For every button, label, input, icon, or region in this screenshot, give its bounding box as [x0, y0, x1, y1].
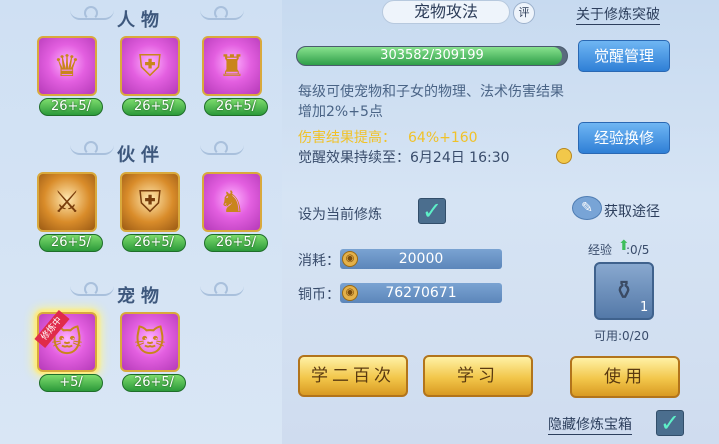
character-gold-icon: ♛ — [37, 36, 97, 96]
detail-panel: 宠物攻法 评 关于修炼突破 303582/309199 觉醒管理 每级可使宠物和… — [282, 0, 719, 444]
exp-exchange-button[interactable]: 经验换修 — [578, 122, 670, 154]
review-button[interactable]: 评 — [513, 2, 535, 24]
learn-200-button[interactable]: 学二百次 — [298, 355, 408, 397]
awaken-manage-button[interactable]: 觉醒管理 — [578, 40, 670, 72]
level-badge: 26+5/ — [50, 99, 92, 114]
pet-shield-icon: 🐱 — [120, 312, 180, 372]
character-shield-icon: ⛨ — [120, 36, 180, 96]
get-route-icon[interactable]: ✎ — [572, 196, 602, 220]
lion-shield-icon: ⛨ — [120, 172, 180, 232]
level-badge: +5/ — [59, 375, 83, 390]
cost-value: 20000 — [340, 249, 502, 269]
hide-chest-label[interactable]: 隐藏修炼宝箱 — [548, 414, 632, 435]
exp-progress-text: 303582/309199 — [380, 48, 484, 63]
slot-partner-1[interactable]: ⚔ 26+5/ — [37, 172, 103, 252]
character-armor-icon: ♜ — [202, 36, 262, 96]
set-current-checkbox[interactable]: ✓ — [418, 198, 446, 224]
level-badge: 26+5/ — [133, 375, 175, 390]
about-breakthrough-link[interactable]: 关于修炼突破 — [576, 4, 660, 25]
slot-pet-1[interactable]: 🐱 修炼中 +5/ — [34, 309, 103, 392]
slot-character-3[interactable]: ♜ 26+5/ — [202, 36, 268, 116]
clock-icon — [556, 148, 572, 164]
damage-boost-value: 64%+160 — [408, 130, 478, 146]
skill-title: 宠物攻法 — [382, 0, 510, 24]
level-badge: 26+5/ — [50, 235, 92, 250]
coin-icon: ◉ — [342, 251, 358, 267]
level-badge: 26+5/ — [133, 99, 175, 114]
damage-boost-label: 伤害结果提高： — [298, 130, 396, 146]
damage-boost: 伤害结果提高： 64%+160 — [298, 127, 478, 147]
skill-description: 每级可使宠物和子女的物理、法术伤害结果增加2%+5点 — [298, 84, 564, 120]
slot-partner-3[interactable]: ♞ 26+5/ — [202, 172, 268, 252]
copper-value: 76270671 — [340, 283, 502, 303]
slot-pet-2[interactable]: 🐱 26+5/ — [120, 312, 186, 392]
level-badge: 26+5/ — [215, 99, 257, 114]
copper-label: 铜币： — [298, 287, 340, 303]
hide-chest-checkbox[interactable]: ✓ — [656, 410, 684, 436]
get-route-link[interactable]: 获取途径 — [604, 201, 660, 221]
learn-button[interactable]: 学习 — [423, 355, 533, 397]
cost-label: 消耗： — [298, 253, 340, 269]
level-badge: 26+5/ — [215, 235, 257, 250]
section-title-partner: 伙伴 — [117, 145, 165, 166]
item-usable: 可用:0/20 — [594, 329, 649, 343]
section-title-pet: 宠物 — [117, 286, 165, 307]
slot-character-1[interactable]: ♛ 26+5/ — [37, 36, 103, 116]
awaken-until: 觉醒效果持续至：6月24日 16:30 — [298, 150, 510, 166]
slot-character-2[interactable]: ⛨ 26+5/ — [120, 36, 186, 116]
section-title-character: 人物 — [117, 10, 165, 31]
slot-partner-2[interactable]: ⛨ 26+5/ — [120, 172, 186, 252]
left-panel: 人物 ♛ 26+5/ ⛨ 26+5/ ♜ 26+5/ 伙伴 ⚔ 26+5/ ⛨ … — [0, 0, 282, 444]
level-badge: 26+5/ — [133, 235, 175, 250]
coin-icon: ◉ — [342, 285, 358, 301]
lion-sword-icon: ⚔ — [37, 172, 97, 232]
item-count: 1 — [640, 300, 649, 315]
up-arrow-icon: ⬆ — [618, 238, 630, 254]
lion-armor-icon: ♞ — [202, 172, 262, 232]
exp-label-text: 经验 — [588, 243, 613, 257]
set-current-label: 设为当前修炼 — [298, 207, 382, 223]
use-button[interactable]: 使用 — [570, 356, 680, 398]
